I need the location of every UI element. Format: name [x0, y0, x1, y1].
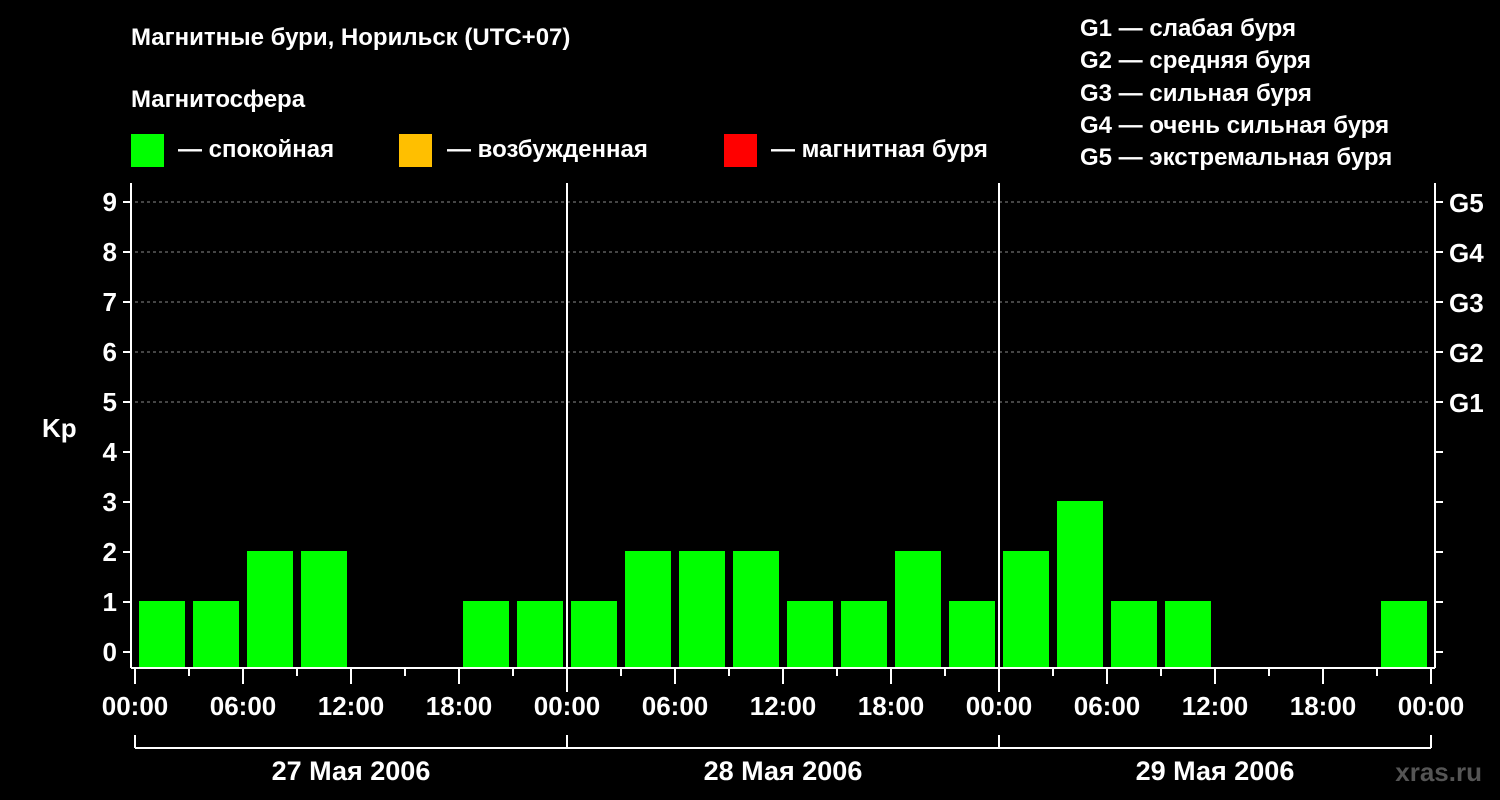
- g-scale-label: G2: [1449, 338, 1484, 368]
- g-scale-label: G4: [1449, 238, 1484, 268]
- bar: [139, 601, 185, 668]
- y-tick-label: 2: [103, 537, 117, 567]
- bar: [193, 601, 239, 668]
- x-tick-label: 00:00: [534, 691, 601, 721]
- x-tick-label: 18:00: [858, 691, 925, 721]
- bar: [517, 601, 563, 668]
- x-tick-label: 12:00: [318, 691, 385, 721]
- bar: [787, 601, 833, 668]
- y-tick-label: 6: [103, 337, 117, 367]
- bar: [1003, 551, 1049, 668]
- x-tick-label: 00:00: [1398, 691, 1465, 721]
- bar: [301, 551, 347, 668]
- g-scale-label: G1: [1449, 388, 1484, 418]
- x-tick-label: 00:00: [102, 691, 169, 721]
- kp-bar-chart: 0 1 2 3 4 5 6 7 8 9 G1 G2 G3 G4 G5 00:00 06:00 12:00 18:00…: [102, 183, 1484, 786]
- y-tick-label: 5: [103, 387, 117, 417]
- y-tick-label: 9: [103, 187, 117, 217]
- bar: [1165, 601, 1211, 668]
- g-scale-label: G5: [1449, 188, 1484, 218]
- x-tick-label: 12:00: [1182, 691, 1249, 721]
- bar: [679, 551, 725, 668]
- watermark: xras.ru: [1395, 757, 1482, 787]
- bar: [247, 551, 293, 668]
- day-label: 29 Мая 2006: [1136, 756, 1295, 786]
- day-label: 27 Мая 2006: [272, 756, 431, 786]
- bar: [949, 601, 995, 668]
- x-tick-label: 12:00: [750, 691, 817, 721]
- bar: [571, 601, 617, 668]
- y-tick-label: 7: [103, 287, 117, 317]
- bar: [625, 551, 671, 668]
- y-tick-label: 1: [103, 587, 117, 617]
- bar: [733, 551, 779, 668]
- bar: [895, 551, 941, 668]
- bar: [1111, 601, 1157, 668]
- day-label: 28 Мая 2006: [704, 756, 863, 786]
- bar: [841, 601, 887, 668]
- y-tick-label: 0: [103, 637, 117, 667]
- bar: [1057, 501, 1103, 668]
- x-tick-label: 18:00: [1290, 691, 1357, 721]
- y-tick-label: 4: [103, 437, 118, 467]
- y-tick-label: 3: [103, 487, 117, 517]
- y-tick-label: 8: [103, 237, 117, 267]
- g-scale-label: G3: [1449, 288, 1484, 318]
- x-tick-label: 06:00: [210, 691, 277, 721]
- x-tick-label: 06:00: [1074, 691, 1141, 721]
- bar: [463, 601, 509, 668]
- x-tick-label: 18:00: [426, 691, 493, 721]
- x-tick-label: 06:00: [642, 691, 709, 721]
- bar: [1381, 601, 1427, 668]
- x-tick-label: 00:00: [966, 691, 1033, 721]
